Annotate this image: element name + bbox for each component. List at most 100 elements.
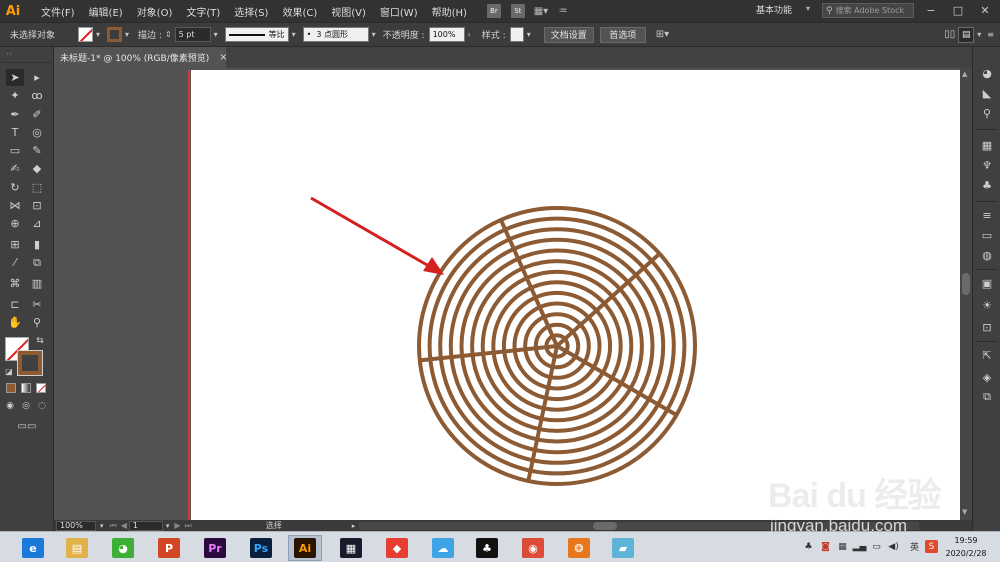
menu-file[interactable]: 文件(F) [34, 4, 82, 19]
draw-inside-icon[interactable]: ◌ [35, 399, 49, 413]
column-graph-tool-icon[interactable]: ▥ [28, 275, 46, 292]
vertical-scroll-thumb[interactable] [962, 273, 970, 295]
taskbar-powerpoint-button[interactable]: P [152, 535, 186, 561]
rectangle-tool-icon[interactable]: ▭ [6, 142, 24, 159]
chevron-down-icon[interactable]: ▾ [806, 4, 810, 13]
libraries-icon[interactable]: ⚲ [978, 105, 996, 121]
gpu-performance-icon[interactable]: ♒ [554, 4, 572, 18]
width-tool-icon[interactable]: ⋈ [6, 197, 24, 214]
signal-tray-icon[interactable]: ▂▄ [853, 540, 867, 553]
taskbar-photoshop-button[interactable]: Ps [244, 535, 278, 561]
chevron-down-icon[interactable]: ▾ [166, 522, 170, 530]
menu-type[interactable]: 文字(T) [179, 4, 227, 19]
transform-panel-icon[interactable]: ⊡ [978, 319, 996, 335]
color-panel-icon[interactable]: ◕ [978, 65, 996, 81]
chevron-down-icon[interactable]: ▾ [527, 30, 531, 39]
brush-preset-select[interactable]: • 3 点圆形 [302, 27, 369, 42]
stroke-swatch[interactable] [107, 27, 123, 42]
chevron-down-icon[interactable]: ▾ [100, 522, 104, 530]
menu-window[interactable]: 窗口(W) [373, 4, 425, 19]
menu-select[interactable]: 选择(S) [227, 4, 275, 19]
chevron-down-icon[interactable]: ▾ [372, 30, 376, 39]
menu-view[interactable]: 视图(V) [324, 4, 373, 19]
taskbar-weather-button[interactable]: ☁ [426, 535, 460, 561]
chevron-down-icon[interactable]: ▾ [214, 30, 218, 39]
curvature-tool-icon[interactable]: ✐ [28, 106, 46, 123]
status-menu-arrow-icon[interactable]: ▸ [352, 522, 356, 530]
arrange-documents-icon[interactable]: ▦▾ [532, 4, 550, 18]
none-mode-icon[interactable] [36, 383, 46, 393]
ime-language-indicator[interactable]: 英 [908, 540, 921, 553]
layers-icon[interactable]: ◈ [978, 369, 996, 385]
security-tray-icon[interactable]: ◙ [819, 540, 832, 553]
menu-edit[interactable]: 编辑(E) [82, 4, 130, 19]
zoom-tool-icon[interactable]: ⚲ [28, 314, 46, 331]
stroke-weight-input[interactable]: 5 pt [174, 27, 211, 42]
preferences-button[interactable]: 首选项 [599, 26, 646, 43]
artboard-number-input[interactable]: 1 [128, 520, 163, 531]
eyedropper-tool-icon[interactable]: ⁄ [6, 254, 24, 271]
stroke-color-box[interactable] [17, 350, 43, 376]
type-tool-icon[interactable]: T [6, 124, 24, 141]
chevron-down-icon[interactable]: ▾ [96, 30, 100, 39]
appearance-panel-icon[interactable]: ▣ [978, 275, 996, 291]
export-icon[interactable]: ⇱ [978, 347, 996, 363]
close-window-button[interactable]: ✕ [972, 2, 998, 18]
taskbar-browser-button[interactable]: ❂ [562, 535, 596, 561]
fill-swatch[interactable] [78, 27, 93, 42]
eraser-tool-icon[interactable]: ◆ [28, 160, 46, 177]
style-swatch[interactable] [509, 27, 524, 42]
screen-mode-icon[interactable]: ▭▭ [17, 419, 37, 433]
free-transform-tool-icon[interactable]: ⊡ [28, 197, 46, 214]
panel-grip[interactable]: ‹‹ [2, 49, 52, 63]
prev-artboard-icon[interactable]: ◀ [121, 521, 127, 530]
document-setup-button[interactable]: 文档设置 [543, 26, 594, 43]
vertical-scrollbar[interactable]: ▲ ▼ [960, 68, 972, 520]
scroll-up-icon[interactable]: ▲ [962, 70, 967, 78]
chevron-down-icon[interactable]: ▾ [977, 30, 981, 39]
graphic-styles-icon[interactable]: ☀ [978, 297, 996, 313]
maximize-button[interactable]: □ [945, 2, 971, 18]
stroke-profile-select[interactable]: 等比 [224, 27, 289, 42]
taskbar-video-editor-button[interactable]: ▦ [334, 535, 368, 561]
lasso-tool-icon[interactable]: ꝏ [28, 87, 46, 104]
draw-normal-icon[interactable]: ◉ [3, 399, 17, 413]
stroke-panel-icon[interactable]: ≡ [978, 207, 996, 223]
workspace-switcher[interactable]: 基本功能 [756, 3, 792, 16]
chevron-down-icon[interactable]: ▾ [125, 30, 129, 39]
hand-tool-icon[interactable]: ✋ [6, 314, 24, 331]
selection-tool-icon[interactable]: ➤ [6, 69, 24, 86]
gradient-tool-icon[interactable]: ▮ [28, 236, 46, 253]
draw-behind-icon[interactable]: ◎ [19, 399, 33, 413]
arrange-icon[interactable]: ▤ [958, 26, 975, 43]
next-artboard-icon[interactable]: ▶ [174, 521, 180, 530]
menu-effect[interactable]: 效果(C) [275, 4, 324, 19]
first-artboard-icon[interactable]: ⏮ [110, 521, 117, 531]
artboard-tool-icon[interactable]: ⊏ [6, 296, 24, 313]
artboards-icon[interactable]: ⧉ [978, 389, 996, 405]
slice-tool-icon[interactable]: ✂ [28, 296, 46, 313]
taskbar-media-app-button[interactable]: ◆ [380, 535, 414, 561]
taskbar-chrome-button[interactable]: ◉ [516, 535, 550, 561]
taskbar-premiere-button[interactable]: Pr [198, 535, 232, 561]
hamburger-menu-icon[interactable]: ≡ [987, 30, 994, 39]
shape-builder-tool-icon[interactable]: ⊕ [6, 215, 24, 232]
symbols-icon[interactable]: ♣ [978, 177, 996, 193]
pasteboard[interactable] [54, 68, 972, 520]
minimize-button[interactable]: − [918, 2, 944, 18]
stock-search-input[interactable]: ⚲ 搜索 Adobe Stock [822, 3, 914, 18]
sogou-ime-icon[interactable]: S [925, 540, 938, 553]
gradient-mode-icon[interactable] [21, 383, 31, 393]
gradient-panel-icon[interactable]: ▭ [978, 227, 996, 243]
scale-tool-icon[interactable]: ⬚ [28, 179, 46, 196]
taskbar-wechat-button[interactable]: ◕ [106, 535, 140, 561]
panel-menu-icon[interactable]: ▯▯ [944, 29, 955, 40]
menu-object[interactable]: 对象(O) [130, 4, 180, 19]
symbol-sprayer-tool-icon[interactable]: ⌘ [6, 275, 24, 292]
stepper-icon[interactable]: ⇕ [165, 30, 172, 39]
taskbar-notes-button[interactable]: ▰ [606, 535, 640, 561]
mesh-tool-icon[interactable]: ⊞ [6, 236, 24, 253]
perspective-grid-tool-icon[interactable]: ⊿ [28, 215, 46, 232]
paintbrush-tool-icon[interactable]: ✎ [28, 142, 46, 159]
volume-tray-icon[interactable]: ◀) [887, 540, 900, 553]
